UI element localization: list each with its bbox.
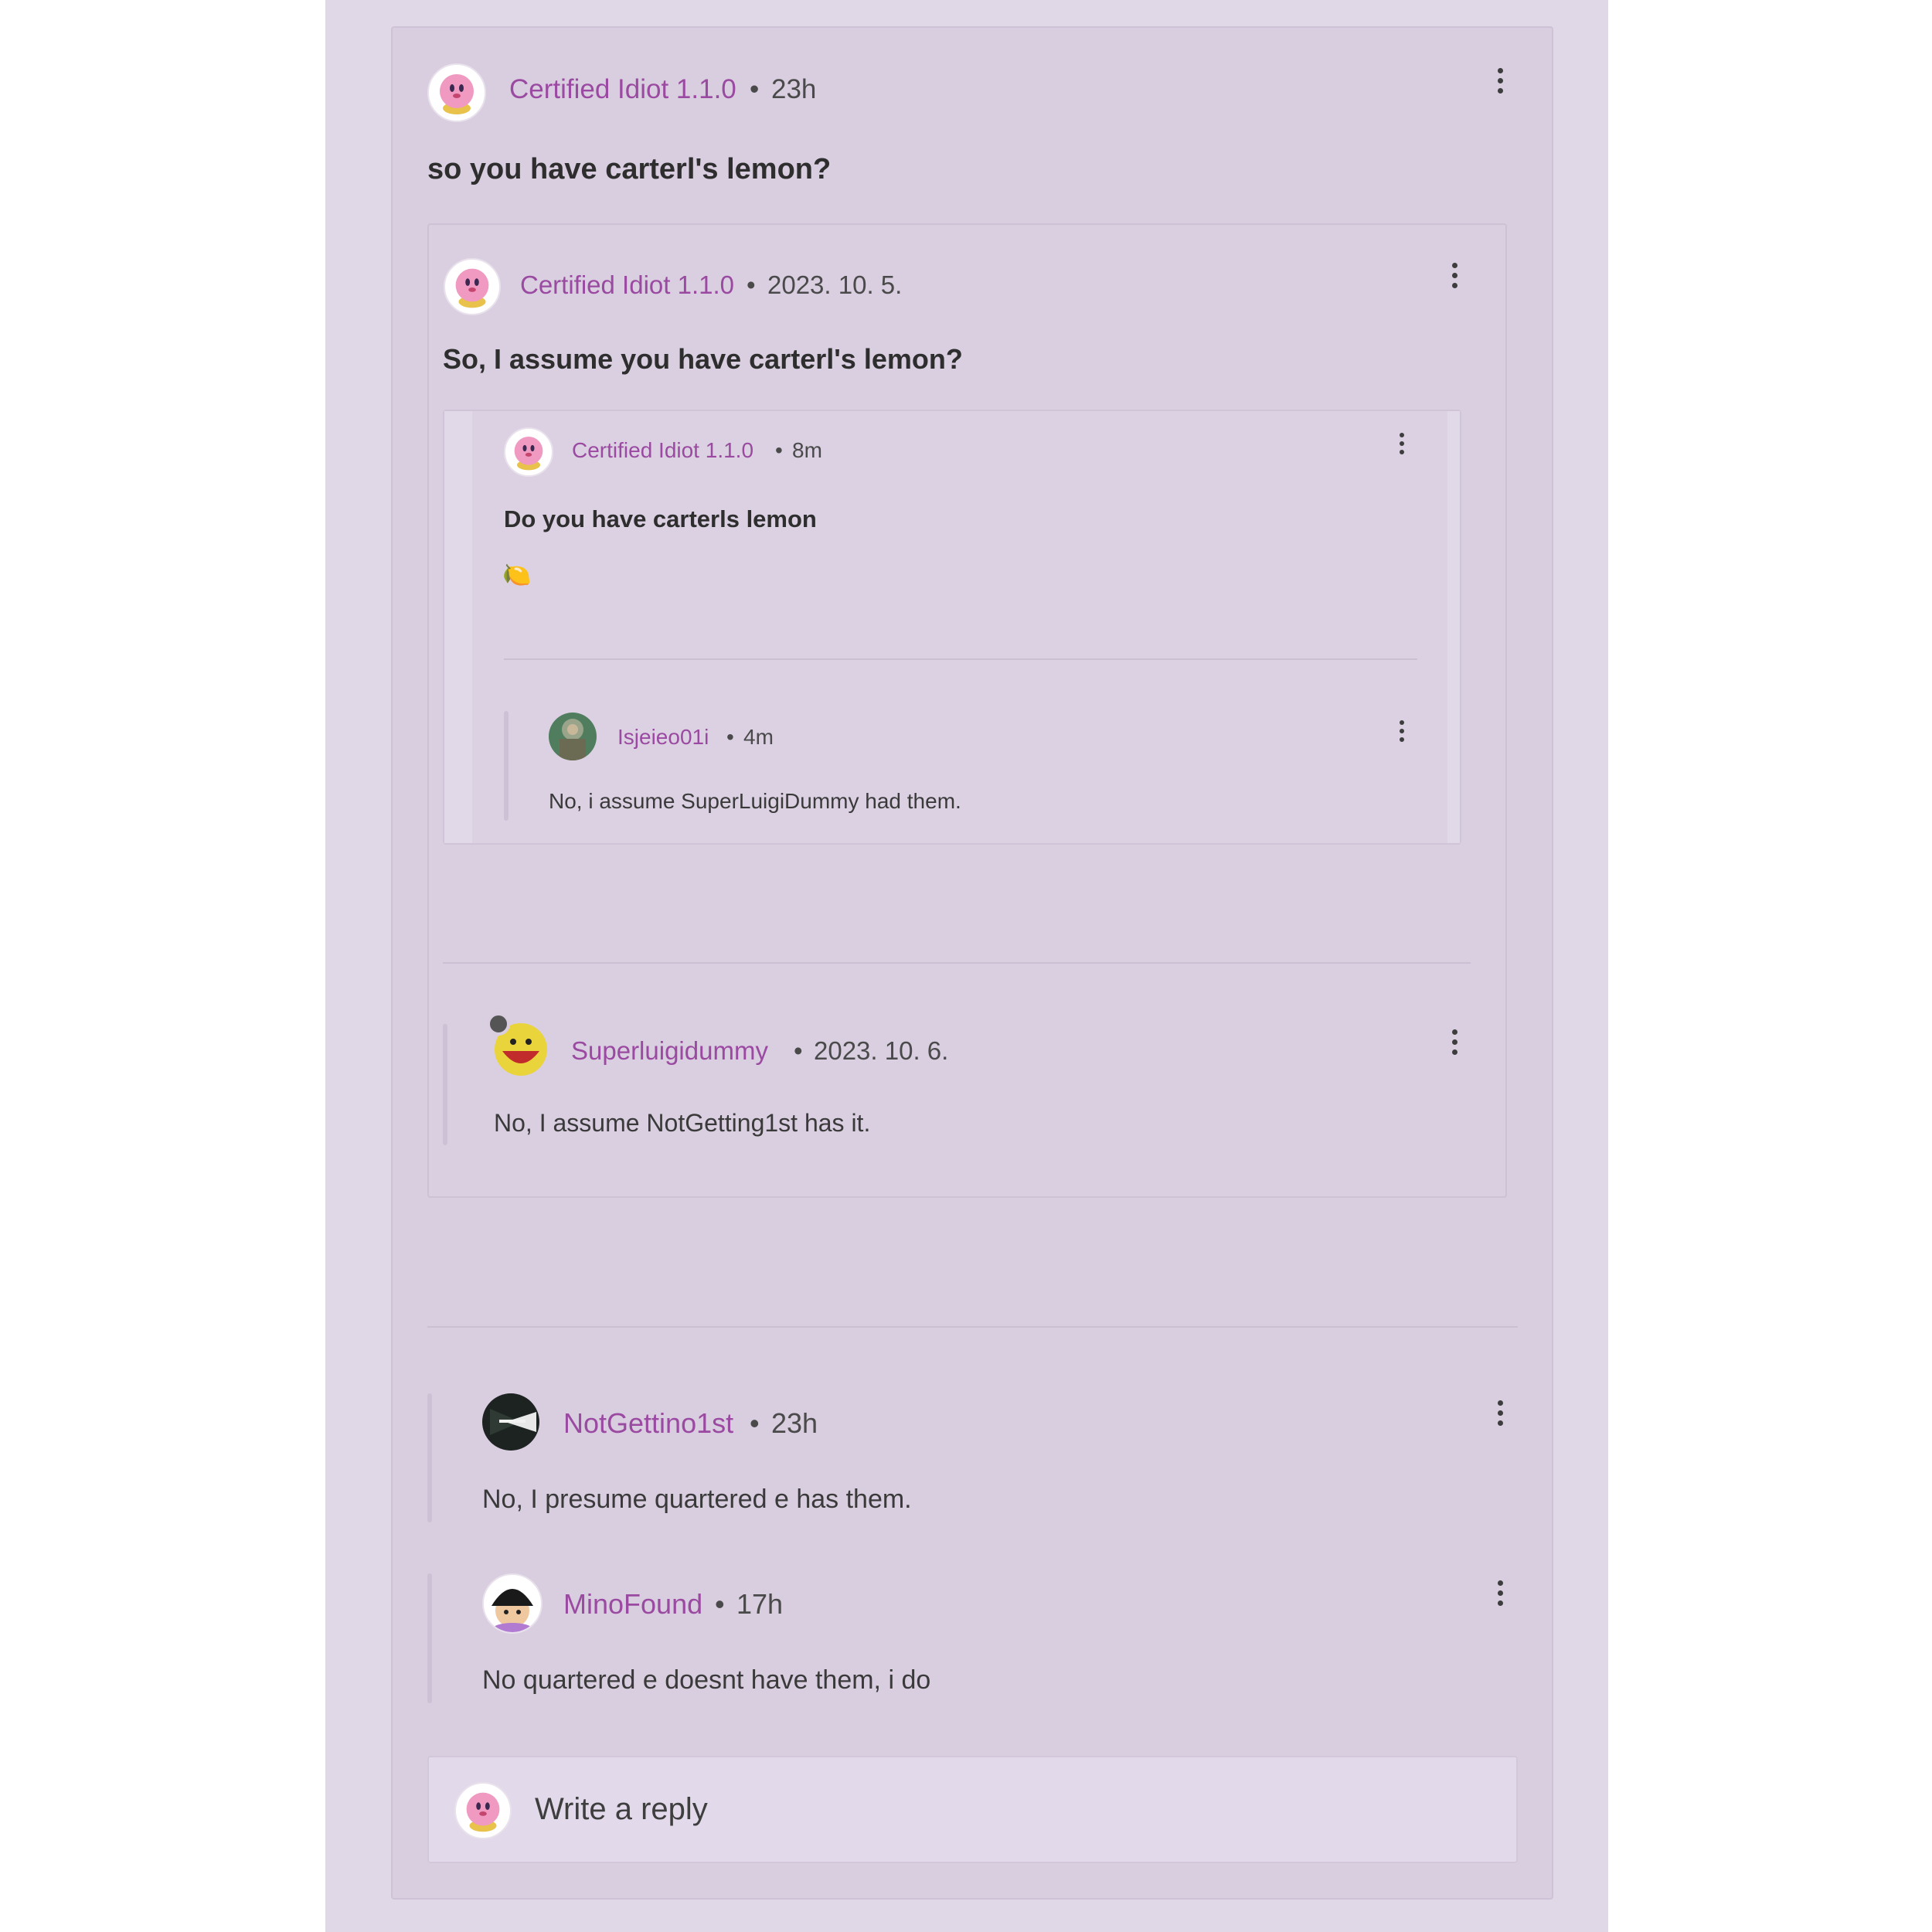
separator-dot: • [747,270,756,299]
divider [504,658,1417,660]
reply-thread-line [504,711,509,821]
divider [443,962,1471,964]
nested-reply-time[interactable]: 4m [743,725,774,750]
separator-dot: • [726,725,734,749]
nested-right-rail [1447,411,1460,843]
nested-reply-author[interactable]: Isjeieo01i [617,725,709,750]
quoted-reply-text: No, I assume NotGetting1st has it. [494,1109,871,1137]
reply-input-placeholder[interactable]: Write a reply [535,1792,708,1827]
more-vertical-icon[interactable] [1494,1400,1506,1426]
more-vertical-icon[interactable] [1396,720,1408,742]
kirby-avatar-icon[interactable] [444,258,501,315]
more-vertical-icon[interactable] [1494,1580,1506,1606]
quoted-author[interactable]: Certified Idiot 1.1.0 [520,270,734,300]
more-vertical-icon[interactable] [1396,433,1408,454]
avatar[interactable] [549,713,597,760]
nested-left-rail [444,411,472,843]
avatar[interactable] [482,1393,539,1451]
separator-dot: • [750,1407,760,1439]
nested-title: Do you have carterls lemon [504,505,817,532]
nested-time[interactable]: 8m [792,438,822,463]
separator-dot: • [794,1036,803,1065]
post-time[interactable]: 23h [771,74,816,105]
quoted-reply-author[interactable]: Superluigidummy [571,1036,768,1066]
reply-author[interactable]: NotGettino1st [563,1407,733,1440]
reply-author[interactable]: MinoFound [563,1588,702,1621]
post-author[interactable]: Certified Idiot 1.1.0 [509,74,736,105]
reply-thread-line [427,1573,432,1703]
post-title: so you have carterl's lemon? [427,153,832,185]
kirby-avatar-icon[interactable] [504,427,553,477]
nested-author[interactable]: Certified Idiot 1.1.0 [572,438,753,463]
separator-dot: • [775,438,783,462]
reply-time[interactable]: 17h [736,1588,783,1621]
more-vertical-icon[interactable] [1494,68,1506,94]
kirby-avatar-icon[interactable] [427,63,486,122]
reply-text: No, I presume quartered e has them. [482,1485,912,1514]
gear-badge-icon [487,1012,510,1036]
reply-thread-line [443,1024,447,1145]
kirby-avatar-icon [454,1782,512,1839]
divider [427,1326,1518,1328]
more-vertical-icon[interactable] [1448,263,1461,288]
reply-text: No quartered e doesnt have them, i do [482,1665,931,1695]
separator-dot: • [715,1588,725,1620]
lemon-emoji: 🍋 [502,563,532,588]
quoted-time[interactable]: 2023. 10. 5. [767,270,902,300]
quoted-title: So, I assume you have carterl's lemon? [443,343,963,375]
reply-time[interactable]: 23h [771,1407,818,1440]
quoted-reply-time[interactable]: 2023. 10. 6. [814,1036,948,1066]
reply-thread-line [427,1393,432,1522]
nested-reply-text: No, i assume SuperLuigiDummy had them. [549,789,961,813]
separator-dot: • [750,74,760,104]
nested-quoted-post[interactable] [443,410,1461,845]
avatar[interactable] [482,1573,543,1634]
more-vertical-icon[interactable] [1448,1029,1461,1055]
